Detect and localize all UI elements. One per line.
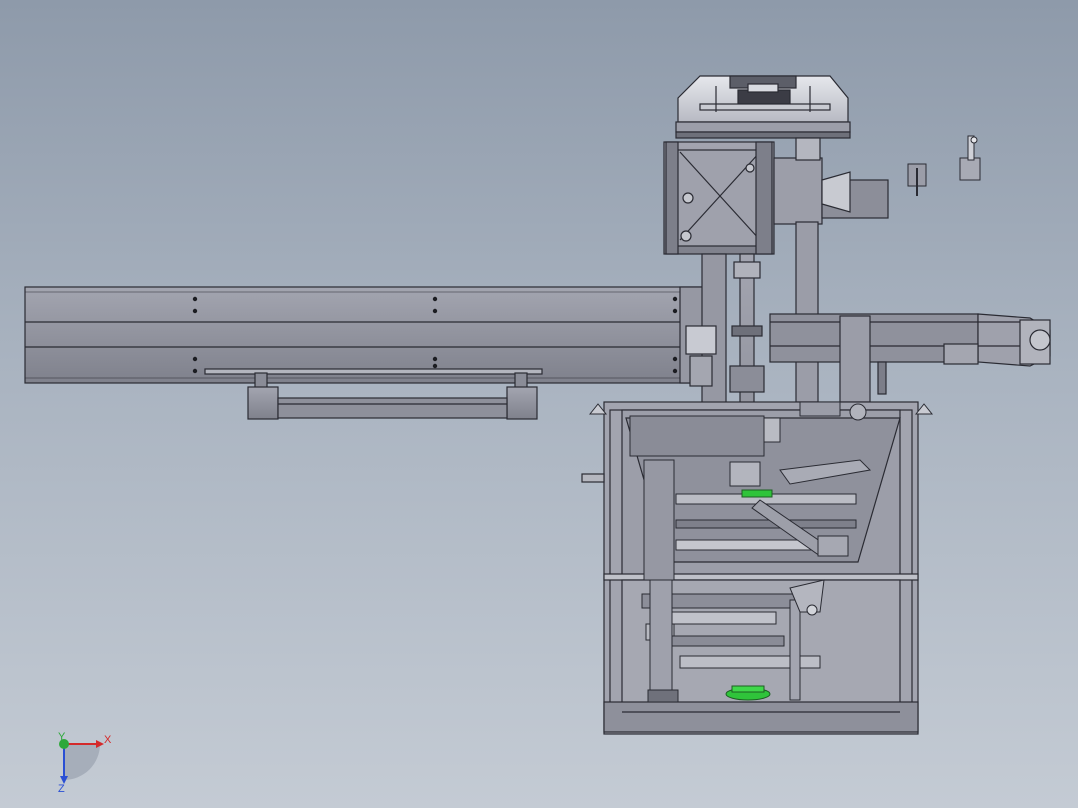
triad-x-label: X bbox=[104, 734, 112, 746]
loose-bracket-parts bbox=[907, 135, 981, 196]
coordinate-triad: X Y Z bbox=[58, 731, 112, 795]
triad-z-label: Z bbox=[58, 783, 65, 795]
gripper-head[interactable] bbox=[675, 75, 851, 139]
upper-carriage-frame[interactable] bbox=[663, 137, 889, 255]
machine-assembly-drawing: X Y Z bbox=[24, 75, 1051, 795]
cad-viewport[interactable]: X Y Z bbox=[0, 0, 1078, 808]
triad-y-label: Y bbox=[58, 731, 66, 743]
x-axis-arrow-icon bbox=[96, 740, 104, 748]
